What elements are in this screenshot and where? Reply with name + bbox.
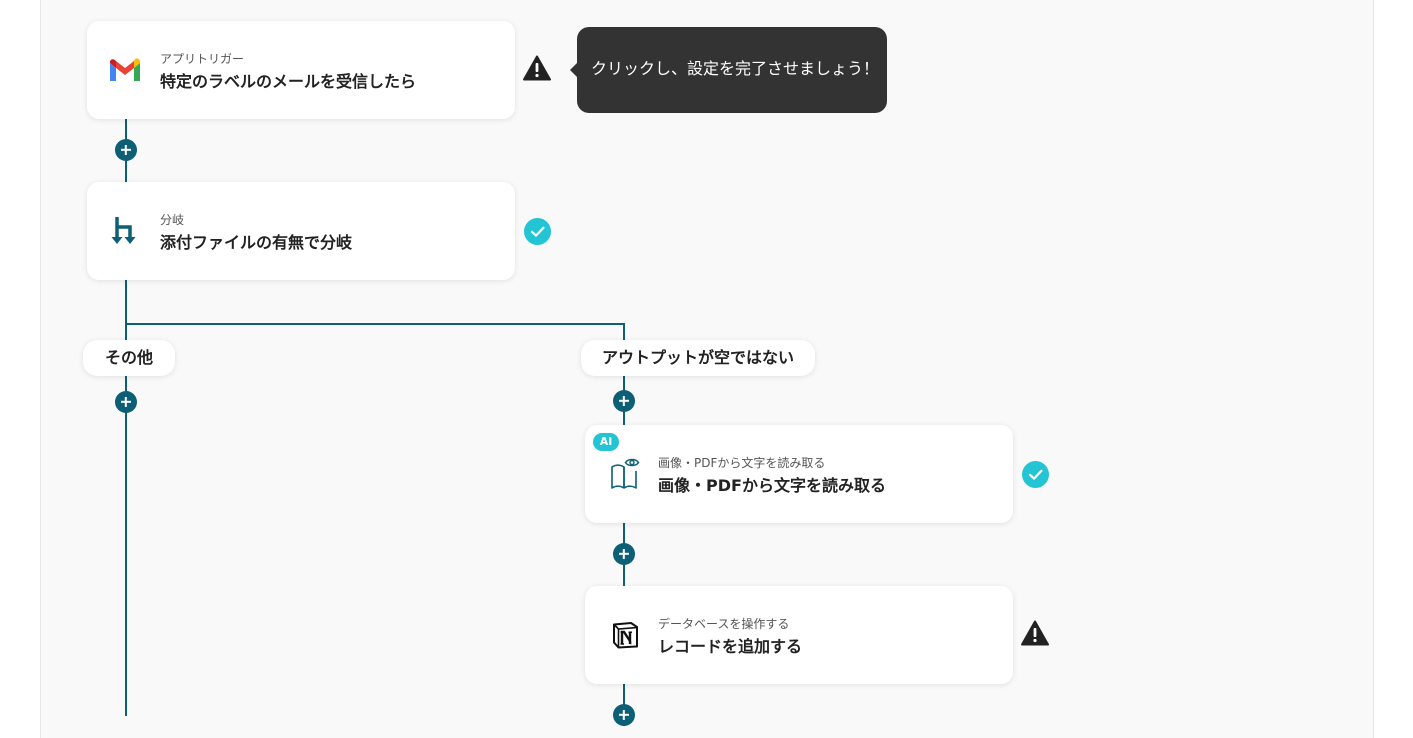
tooltip-arrow [570, 63, 577, 77]
step-type-label: 画像・PDFから文字を読み取る [658, 456, 826, 470]
notion-icon [607, 617, 643, 653]
add-step-button[interactable] [613, 390, 635, 412]
notion-step-card[interactable]: データベースを操作する レコードを追加する [585, 586, 1013, 684]
add-step-button[interactable] [115, 139, 137, 161]
ai-badge: AI [593, 433, 619, 451]
ocr-step-card[interactable]: 画像・PDFから文字を読み取る 画像・PDFから文字を読み取る [585, 425, 1013, 523]
add-step-button[interactable] [613, 704, 635, 726]
step-type-label: データベースを操作する [658, 617, 790, 631]
step-title: 画像・PDFから文字を読み取る [658, 476, 886, 495]
branch-step-card[interactable]: 分岐 添付ファイルの有無で分岐 [87, 182, 515, 280]
add-step-button[interactable] [115, 391, 137, 413]
branch-icon [107, 213, 143, 249]
check-icon [1022, 461, 1049, 488]
add-step-button[interactable] [613, 543, 635, 565]
gmail-icon [107, 52, 143, 88]
book-eye-icon [607, 456, 643, 492]
warning-icon [523, 55, 551, 81]
step-type-label: 分岐 [160, 213, 185, 227]
branch-label-other[interactable]: その他 [83, 340, 175, 376]
setup-hint-tooltip: クリックし、設定を完了させましょう！ [570, 27, 887, 113]
step-title: 添付ファイルの有無で分岐 [160, 233, 353, 252]
warning-icon [1021, 620, 1049, 646]
check-icon [524, 218, 551, 245]
branch-label-not-empty[interactable]: アウトプットが空ではない [581, 340, 815, 376]
step-title: レコードを追加する [658, 637, 803, 656]
tooltip-text: クリックし、設定を完了させましょう！ [591, 59, 880, 78]
step-type-label: アプリトリガー [160, 52, 245, 66]
connector-line [125, 323, 625, 325]
step-title: 特定のラベルのメールを受信したら [160, 72, 417, 91]
trigger-step-card[interactable]: アプリトリガー 特定のラベルのメールを受信したら [87, 21, 515, 119]
